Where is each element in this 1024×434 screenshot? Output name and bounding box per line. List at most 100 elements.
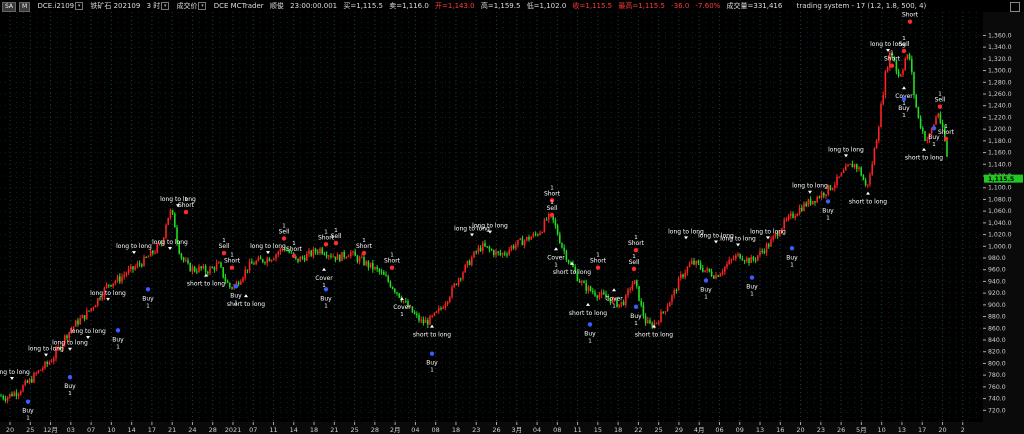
candle-down xyxy=(919,117,922,128)
price-type[interactable]: 成交价 xyxy=(176,2,197,10)
trade-marker-qty: 1 xyxy=(146,303,150,309)
candle-down xyxy=(583,281,585,284)
candle-up xyxy=(136,263,139,267)
trade-marker-qty: 1 xyxy=(550,200,554,206)
candle-up xyxy=(275,254,277,259)
candle-up xyxy=(438,308,440,312)
candle-down xyxy=(556,225,559,235)
candle-down xyxy=(585,283,587,291)
candle-down xyxy=(174,213,176,228)
y-tick-label: 1,240.0 xyxy=(988,103,1012,110)
candle-down xyxy=(748,258,750,264)
candle-up xyxy=(581,281,583,283)
candle-down xyxy=(297,258,299,262)
x-tick-label: 08 xyxy=(553,426,561,434)
candle-up xyxy=(906,54,909,59)
trade-marker-qty: 1 xyxy=(116,344,120,350)
candle-up xyxy=(812,200,814,205)
mode-button[interactable]: M xyxy=(19,2,31,12)
quote-label: 顺俊 xyxy=(269,2,284,10)
trade-marker-label: Buy xyxy=(630,313,642,320)
candle-up xyxy=(248,261,251,271)
candle-up xyxy=(143,256,145,267)
buy-signal-icon xyxy=(233,284,239,289)
candle-down xyxy=(603,292,605,295)
sell-signal-icon xyxy=(901,48,907,54)
x-tick-label: 5月 xyxy=(856,426,867,434)
candle-down xyxy=(314,249,317,253)
trade-marker-label: long to long xyxy=(792,183,828,190)
candle-down xyxy=(897,71,900,77)
candle-up xyxy=(721,271,724,274)
candle-up xyxy=(466,260,469,265)
symbol-button[interactable]: SA xyxy=(2,2,17,12)
candle-up xyxy=(299,257,301,262)
candle-down xyxy=(110,285,112,287)
x-tick-label: 28 xyxy=(371,426,379,434)
candle-up xyxy=(33,373,35,383)
bar-type-dropdown-icon[interactable]: ▾ xyxy=(161,2,170,10)
sell-signal-icon xyxy=(291,253,297,259)
trade-marker-qty: 1 xyxy=(26,416,30,422)
y-tick-label: 1,280.0 xyxy=(988,79,1012,86)
trade-marker-qty: 1 xyxy=(890,51,894,57)
candle-down xyxy=(15,392,18,396)
candle-down xyxy=(537,234,539,236)
candle-up xyxy=(765,244,768,253)
candle-up xyxy=(347,256,350,258)
sell-signal-icon xyxy=(907,19,913,24)
price-type-dropdown-icon[interactable]: ▾ xyxy=(198,2,207,10)
x-tick-label: 13 xyxy=(898,426,906,434)
candle-up xyxy=(255,260,257,265)
candle-down xyxy=(378,269,381,272)
candle-down xyxy=(455,283,458,285)
trade-marker-label: Sell xyxy=(899,41,910,48)
x-tick-label: 2021 xyxy=(225,426,242,434)
candle-up xyxy=(328,255,330,257)
sell-signal-icon xyxy=(943,136,949,142)
trade-marker: long to long xyxy=(116,243,152,255)
trade-marker: Buy1 xyxy=(786,246,798,268)
candle-up xyxy=(442,307,444,309)
candle-up xyxy=(728,259,730,265)
candle-up xyxy=(825,194,827,196)
candle-down xyxy=(561,243,563,248)
candle-down xyxy=(132,266,134,270)
window-options-icon[interactable] xyxy=(1010,2,1020,12)
candle-down xyxy=(11,393,13,397)
candle-up xyxy=(858,167,860,169)
change-pct: -7.60% xyxy=(695,2,721,10)
x-tick-label: 18 xyxy=(614,426,622,434)
candle-up xyxy=(94,305,97,308)
candle-down xyxy=(413,312,416,314)
candle-down xyxy=(387,276,389,282)
candle-up xyxy=(435,311,438,313)
candle-up xyxy=(374,267,376,270)
candle-up xyxy=(869,174,871,185)
trade-marker-label: Sell xyxy=(547,205,558,212)
bar-type[interactable]: 3 时 xyxy=(147,2,161,10)
y-tick-label: 940.0 xyxy=(988,278,1006,285)
contract-code[interactable]: DCE.i2109 xyxy=(37,2,74,10)
y-tick-label: 880.0 xyxy=(988,314,1006,321)
x-tick-label: 11 xyxy=(269,426,277,434)
candle-up xyxy=(35,372,37,374)
contract-dropdown-icon[interactable]: ▾ xyxy=(75,2,84,10)
price-chart[interactable]: long to longBuy1long to longlong to long… xyxy=(0,12,1024,434)
candle-down xyxy=(490,249,493,251)
candle-down xyxy=(563,247,565,252)
candle-up xyxy=(836,176,838,185)
candle-down xyxy=(809,199,812,205)
candle-up xyxy=(20,391,22,395)
candle-down xyxy=(754,259,757,261)
x-tick-label: 24 xyxy=(188,426,196,434)
candle-up xyxy=(50,361,53,363)
candle-down xyxy=(88,310,90,312)
candle-down xyxy=(565,251,568,260)
candle-up xyxy=(519,238,521,240)
trade-marker-qty: 1 xyxy=(826,215,830,221)
sell-signal-icon xyxy=(333,240,339,246)
y-tick-label: 1,340.0 xyxy=(988,44,1012,51)
y-tick-label: 920.0 xyxy=(988,290,1006,297)
candle-down xyxy=(479,247,482,251)
